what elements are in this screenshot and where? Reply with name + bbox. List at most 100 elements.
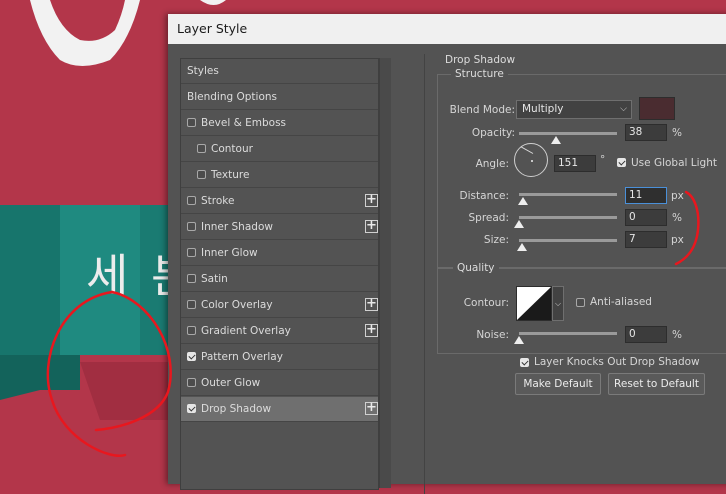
add-style-plus-icon[interactable]: + — [365, 323, 378, 337]
style-item-bevel-emboss[interactable]: Bevel & Emboss — [181, 111, 378, 136]
noise-field[interactable]: 0 — [625, 326, 667, 343]
style-item-color-overlay[interactable]: Color Overlay + — [181, 293, 378, 318]
noise-slider-thumb[interactable] — [514, 336, 524, 344]
distance-slider-track[interactable] — [519, 193, 617, 196]
style-item-label: Texture — [211, 169, 250, 181]
style-item-checkbox[interactable] — [187, 404, 196, 413]
blend-mode-label: Blend Mode: — [449, 104, 515, 116]
style-item-checkbox[interactable] — [187, 326, 196, 335]
style-item-checkbox[interactable] — [187, 300, 196, 309]
structure-title: Structure — [451, 68, 508, 80]
angle-unit: ° — [600, 154, 606, 166]
blend-mode-select[interactable]: Multiply ⌵ — [516, 100, 632, 119]
style-item-label: Styles — [187, 65, 219, 77]
drop-shadow-panel: Drop Shadow Structure Blend Mode: Multip… — [424, 54, 726, 494]
add-style-plus-icon[interactable]: + — [365, 193, 378, 207]
spread-slider-track[interactable] — [519, 216, 617, 219]
contour-preview[interactable] — [516, 286, 552, 321]
style-item-label: Contour — [211, 143, 253, 155]
noise-unit: % — [672, 329, 682, 341]
style-item-label: Inner Glow — [201, 247, 258, 259]
opacity-slider-track[interactable] — [519, 132, 617, 135]
style-item-drop-shadow[interactable]: Drop Shadow + — [181, 397, 378, 422]
opacity-label: Opacity: — [471, 127, 515, 139]
style-item-pattern-overlay[interactable]: Pattern Overlay — [181, 345, 378, 370]
use-global-light-label: Use Global Light — [631, 157, 717, 169]
distance-label: Distance: — [459, 190, 509, 202]
style-item-label: Bevel & Emboss — [201, 117, 287, 129]
style-item-blending-options[interactable]: Blending Options — [181, 85, 378, 110]
style-item-checkbox[interactable] — [187, 352, 196, 361]
style-item-label: Inner Shadow — [201, 221, 273, 233]
style-item-texture[interactable]: Texture — [181, 163, 378, 188]
style-item-checkbox[interactable] — [187, 118, 196, 127]
anti-aliased-checkbox[interactable] — [576, 298, 585, 307]
distance-unit: px — [671, 190, 684, 202]
style-item-contour[interactable]: Contour — [181, 137, 378, 162]
knockout-checkbox[interactable] — [520, 358, 529, 367]
style-list-items: Styles Blending Options Bevel & Emboss Cont… — [180, 58, 379, 490]
size-field[interactable]: 7 — [625, 231, 667, 248]
style-item-inner-glow[interactable]: Inner Glow — [181, 241, 378, 266]
angle-field[interactable]: 151 — [554, 155, 596, 172]
style-item-outer-glow[interactable]: Outer Glow — [181, 371, 378, 396]
quality-group — [437, 268, 726, 354]
style-item-checkbox[interactable] — [187, 248, 196, 257]
style-item-satin[interactable]: Satin — [181, 267, 378, 292]
style-item-label: Color Overlay — [201, 299, 273, 311]
opacity-field[interactable]: 38 — [625, 124, 667, 141]
contour-label: Contour: — [463, 297, 509, 309]
anti-aliased-label: Anti-aliased — [590, 296, 652, 308]
size-slider-thumb[interactable] — [516, 243, 527, 251]
style-item-label: Satin — [201, 273, 228, 285]
noise-label: Noise: — [476, 329, 509, 341]
style-item-label: Pattern Overlay — [201, 351, 283, 363]
reset-to-default-button[interactable]: Reset to Default — [608, 373, 705, 395]
size-unit: px — [671, 234, 684, 246]
style-item-label: Gradient Overlay — [201, 325, 291, 337]
style-item-gradient-overlay[interactable]: Gradient Overlay + — [181, 319, 378, 344]
spread-field[interactable]: 0 — [625, 209, 667, 226]
opacity-slider-thumb[interactable] — [551, 136, 562, 144]
size-slider-track[interactable] — [519, 239, 617, 242]
dialog-title: Layer Style — [168, 14, 726, 44]
dialog-content: Styles Blending Options Bevel & Emboss Cont… — [168, 44, 726, 494]
style-item-styles[interactable]: Styles — [181, 59, 378, 84]
style-item-inner-shadow[interactable]: Inner Shadow + — [181, 215, 378, 240]
style-list-scrollbar[interactable] — [379, 58, 391, 488]
style-item-checkbox[interactable] — [187, 196, 196, 205]
add-style-plus-icon[interactable]: + — [365, 401, 378, 415]
style-item-checkbox[interactable] — [187, 222, 196, 231]
style-item-checkbox[interactable] — [187, 378, 196, 387]
style-item-checkbox[interactable] — [197, 170, 206, 179]
quality-title: Quality — [453, 262, 499, 274]
spread-label: Spread: — [468, 212, 509, 224]
style-item-label: Outer Glow — [201, 377, 261, 389]
angle-dial[interactable] — [514, 143, 548, 177]
style-item-label: Drop Shadow — [201, 403, 272, 415]
layer-style-dialog: Layer Style Styles Blending Options Bevel … — [168, 14, 726, 494]
size-label: Size: — [483, 234, 509, 246]
style-item-label: Blending Options — [187, 91, 277, 103]
add-style-plus-icon[interactable]: + — [365, 219, 378, 233]
style-item-stroke[interactable]: Stroke + — [181, 189, 378, 214]
spread-slider-thumb[interactable] — [514, 220, 524, 228]
distance-field[interactable]: 11 — [625, 187, 667, 204]
contour-dropdown[interactable]: ⌵ — [552, 286, 564, 321]
distance-slider-thumb[interactable] — [517, 197, 528, 205]
style-item-label: Stroke — [201, 195, 235, 207]
add-style-plus-icon[interactable]: + — [365, 297, 378, 311]
angle-label: Angle: — [475, 158, 509, 170]
make-default-button[interactable]: Make Default — [515, 373, 601, 395]
knockout-label: Layer Knocks Out Drop Shadow — [534, 356, 700, 368]
style-item-checkbox[interactable] — [197, 144, 206, 153]
shadow-color-swatch[interactable] — [639, 97, 675, 120]
section-title: Drop Shadow — [445, 54, 516, 66]
spread-unit: % — [672, 212, 682, 224]
noise-slider-track[interactable] — [519, 332, 617, 335]
blend-mode-value: Multiply — [522, 103, 564, 115]
style-list: Styles Blending Options Bevel & Emboss Cont… — [180, 58, 391, 490]
chevron-down-icon: ⌵ — [620, 104, 627, 114]
use-global-light-checkbox[interactable] — [617, 158, 626, 167]
style-item-checkbox[interactable] — [187, 274, 196, 283]
